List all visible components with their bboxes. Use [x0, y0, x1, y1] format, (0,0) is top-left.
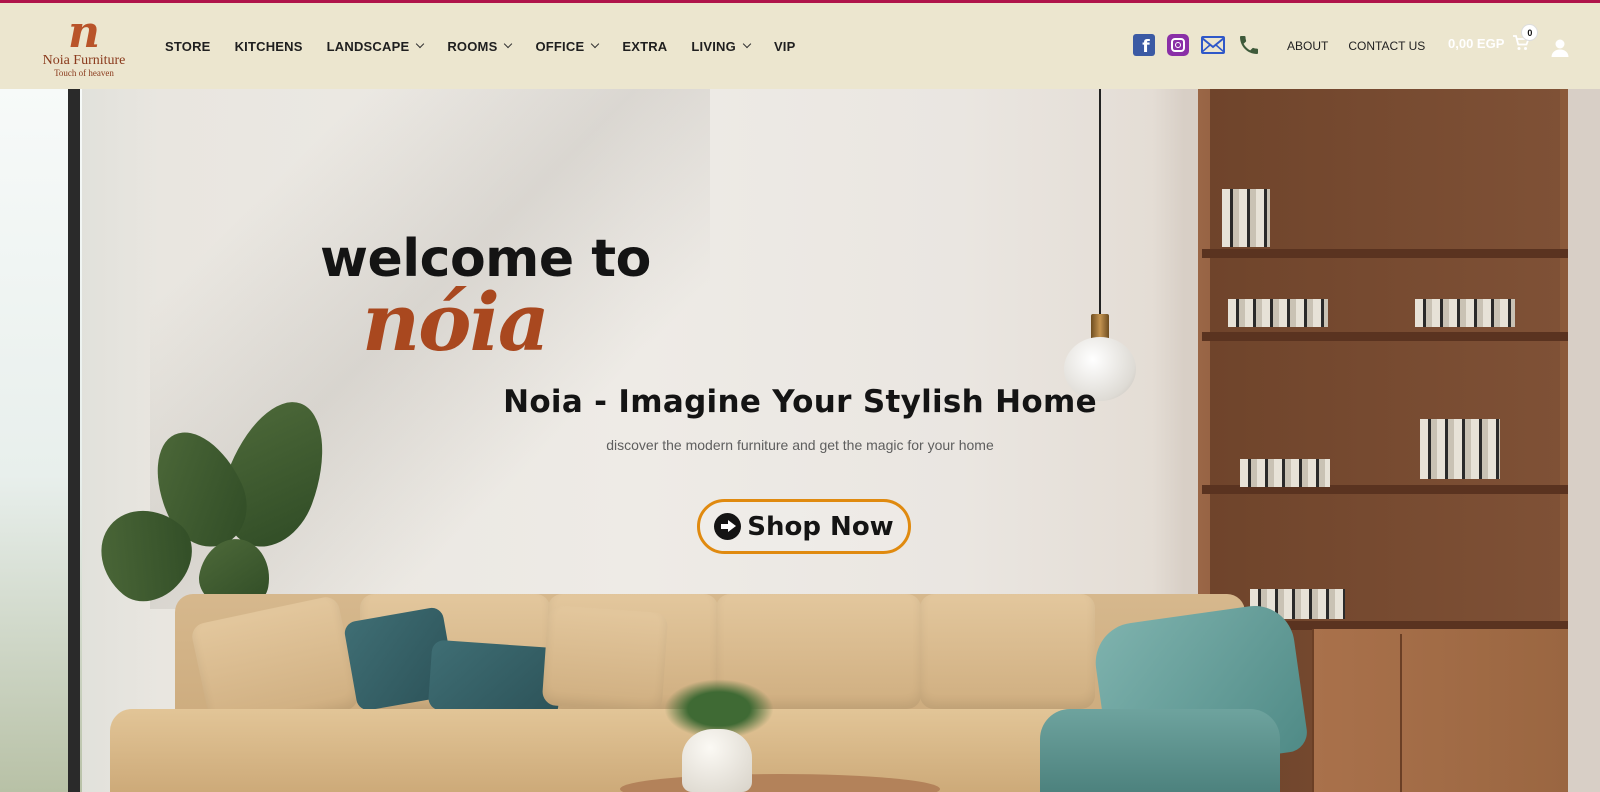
logo-name: Noia Furniture	[42, 53, 126, 68]
about-link[interactable]: ABOUT	[1287, 39, 1328, 53]
shop-now-label: Shop Now	[747, 511, 894, 542]
social-icons: f	[1133, 34, 1273, 57]
cart-count-badge: 0	[1522, 25, 1538, 40]
arrow-circle-right-icon	[714, 513, 742, 540]
site-logo[interactable]: n Noia Furniture Touch of heaven	[28, 7, 140, 81]
armchair	[1040, 600, 1330, 792]
menu-item-living[interactable]: LIVING	[691, 38, 752, 54]
menu-item-label: EXTRA	[622, 38, 668, 54]
menu-item-label: ROOMS	[447, 38, 498, 54]
main-menu: STORE KITCHENS LANDSCAPE ROOMS OFFICE EX…	[165, 3, 820, 89]
teal-pillow	[427, 639, 563, 719]
instagram-icon[interactable]	[1167, 34, 1189, 56]
book-stack	[1240, 459, 1330, 487]
menu-item-label: KITCHENS	[234, 38, 303, 54]
menu-item-label: OFFICE	[535, 38, 585, 54]
menu-item-landscape[interactable]: LANDSCAPE	[326, 38, 425, 54]
vase	[682, 729, 752, 792]
contact-us-link[interactable]: CONTACT US	[1348, 39, 1425, 53]
menu-item-label: LANDSCAPE	[326, 38, 410, 54]
menu-item-office[interactable]: OFFICE	[535, 38, 600, 54]
mail-icon[interactable]	[1201, 34, 1225, 56]
lamp-cord	[1099, 89, 1101, 314]
site-header: n Noia Furniture Touch of heaven STORE K…	[0, 3, 1600, 89]
menu-item-vip[interactable]: VIP	[774, 39, 796, 54]
logo-tagline: Touch of heaven	[54, 68, 114, 78]
menu-item-store[interactable]: STORE	[165, 39, 211, 54]
brand-word: nóia	[362, 275, 550, 369]
logo-mark: n	[68, 7, 100, 58]
menu-item-label: LIVING	[691, 38, 736, 54]
shelf-board	[1202, 249, 1568, 258]
hero-headline: Noia - Imagine Your Stylish Home	[503, 384, 1097, 420]
cart-icon: 0	[1512, 25, 1538, 52]
menu-item-kitchens[interactable]: KITCHENS	[235, 39, 303, 54]
sofa-pillow	[541, 604, 669, 714]
shop-now-button[interactable]: Shop Now	[697, 499, 911, 554]
hero-subline: discover the modern furniture and get th…	[606, 437, 994, 453]
cart-button[interactable]: 0,00 EGP 0	[1448, 25, 1538, 52]
cart-total: 0,00 EGP	[1448, 35, 1505, 51]
chevron-down-icon	[591, 39, 600, 49]
menu-item-rooms[interactable]: ROOMS	[447, 38, 513, 54]
cabinet-split	[1400, 634, 1402, 792]
chevron-down-icon	[504, 39, 513, 49]
user-icon[interactable]	[1550, 38, 1570, 58]
facebook-icon[interactable]: f	[1133, 34, 1155, 57]
hero-section: welcome to nóia Noia - Imagine Your Styl…	[0, 89, 1600, 792]
book-stack	[1228, 299, 1328, 327]
book-stack	[1222, 189, 1270, 247]
header-links: ABOUT CONTACT US	[1287, 3, 1445, 89]
phone-icon[interactable]	[1237, 34, 1261, 56]
chevron-down-icon	[416, 39, 425, 49]
shelf-board	[1202, 332, 1568, 341]
book-stack	[1415, 299, 1515, 327]
cabinet	[1312, 629, 1568, 792]
menu-item-label: VIP	[773, 38, 796, 54]
chevron-down-icon	[742, 39, 752, 49]
menu-item-extra[interactable]: EXTRA	[622, 39, 667, 54]
menu-item-label: STORE	[165, 38, 211, 54]
